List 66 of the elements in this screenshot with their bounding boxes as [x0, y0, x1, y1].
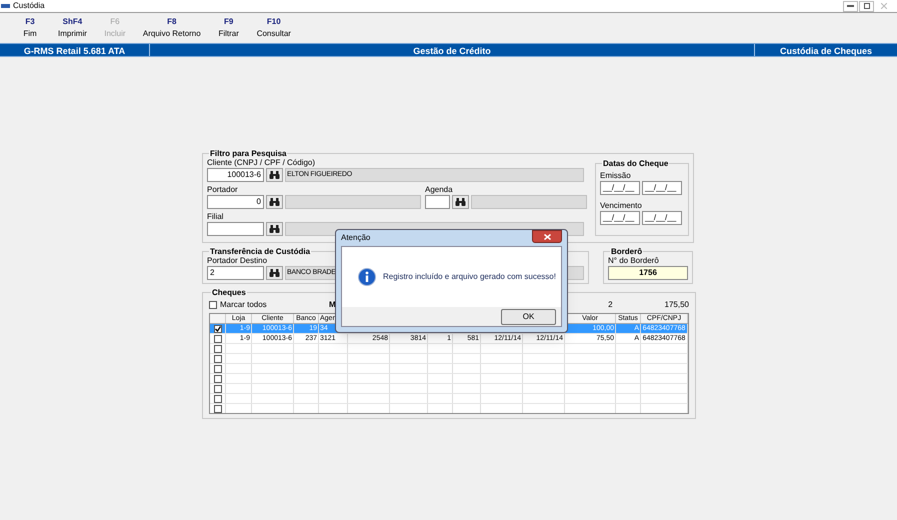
binoculars-icon: [269, 269, 280, 277]
search-button[interactable]: [266, 195, 283, 209]
field-label: Vencimento: [600, 201, 643, 211]
bordero-field[interactable]: 1756: [608, 266, 688, 280]
toolbar-button[interactable]: ShF4 Imprimir: [50, 13, 95, 43]
screen-name: Custódia de Cheques: [778, 45, 873, 56]
checkbox[interactable]: [214, 394, 222, 402]
field-label: Portador Destino: [207, 256, 268, 266]
close-icon: [544, 234, 550, 240]
module-name: Gestão de Crédito: [150, 44, 755, 56]
checkbox[interactable]: [214, 384, 222, 392]
toolbar-button[interactable]: F3 Fim: [10, 13, 50, 43]
summary-label: M: [329, 298, 336, 310]
select-all-label[interactable]: Marcar todos: [220, 298, 267, 310]
group-title: Transferência de Custódia: [209, 247, 312, 256]
input-field[interactable]: __/__/__: [600, 181, 640, 195]
ok-button[interactable]: OK: [501, 308, 556, 324]
search-button[interactable]: [266, 266, 283, 280]
checkbox[interactable]: [214, 324, 222, 332]
field-label: Emissão: [600, 171, 632, 181]
field-label: N° do Borderô: [608, 256, 660, 266]
checkbox[interactable]: [214, 354, 222, 362]
field-label: Filial: [207, 212, 224, 222]
binoculars-icon: [269, 225, 280, 233]
binoculars-icon: [455, 198, 466, 206]
window-title: Custódia: [13, 0, 45, 12]
input-field[interactable]: 100013-6: [207, 168, 264, 182]
group-title: Filtro para Pesquisa: [209, 149, 288, 158]
group-title: Borderô: [610, 247, 644, 256]
app-icon: [1, 3, 10, 9]
binoculars-icon: [269, 198, 280, 206]
toolbar-button[interactable]: F10 Consultar: [248, 13, 299, 43]
checkbox[interactable]: [209, 300, 217, 308]
binoculars-icon: [269, 171, 280, 179]
input-field[interactable]: __/__/__: [642, 181, 682, 195]
checkbox[interactable]: [214, 404, 222, 412]
checkbox[interactable]: [214, 364, 222, 372]
input-field[interactable]: 2: [207, 266, 264, 280]
field-label: Portador: [207, 185, 239, 195]
group-title: Cheques: [211, 288, 247, 297]
checkbox[interactable]: [214, 344, 222, 352]
input-field[interactable]: __/__/__: [642, 211, 682, 225]
count-text: 2: [608, 298, 613, 310]
total-text: 175,50: [664, 298, 689, 310]
restore-button[interactable]: [859, 0, 874, 12]
search-button[interactable]: [266, 168, 283, 182]
input-field[interactable]: __/__/__: [600, 211, 640, 225]
minimize-button[interactable]: [843, 0, 858, 12]
toolbar-button[interactable]: F9 Filtrar: [208, 13, 249, 43]
info-icon: [358, 268, 376, 286]
checkbox[interactable]: [214, 374, 222, 382]
group-title: Datas do Cheque: [602, 159, 670, 168]
field-label: Agenda: [425, 185, 454, 195]
close-icon: [881, 3, 887, 9]
toolbar-button[interactable]: F8 Arquivo Retorno: [134, 13, 209, 43]
search-button[interactable]: [452, 195, 469, 209]
input-field[interactable]: [207, 222, 264, 236]
input-field[interactable]: 0: [207, 195, 264, 209]
close-button[interactable]: [532, 230, 562, 243]
input-field[interactable]: [425, 195, 450, 209]
dialog-title: Atenção: [341, 232, 370, 244]
system-name: G-RMS Retail 5.681 ATA: [0, 44, 150, 56]
checkbox[interactable]: [214, 334, 222, 342]
search-button[interactable]: [266, 222, 283, 236]
field-label: Cliente (CNPJ / CPF / Código): [207, 158, 316, 168]
dialog-message: Registro incluído e arquivo gerado com sucesso!: [383, 271, 556, 283]
